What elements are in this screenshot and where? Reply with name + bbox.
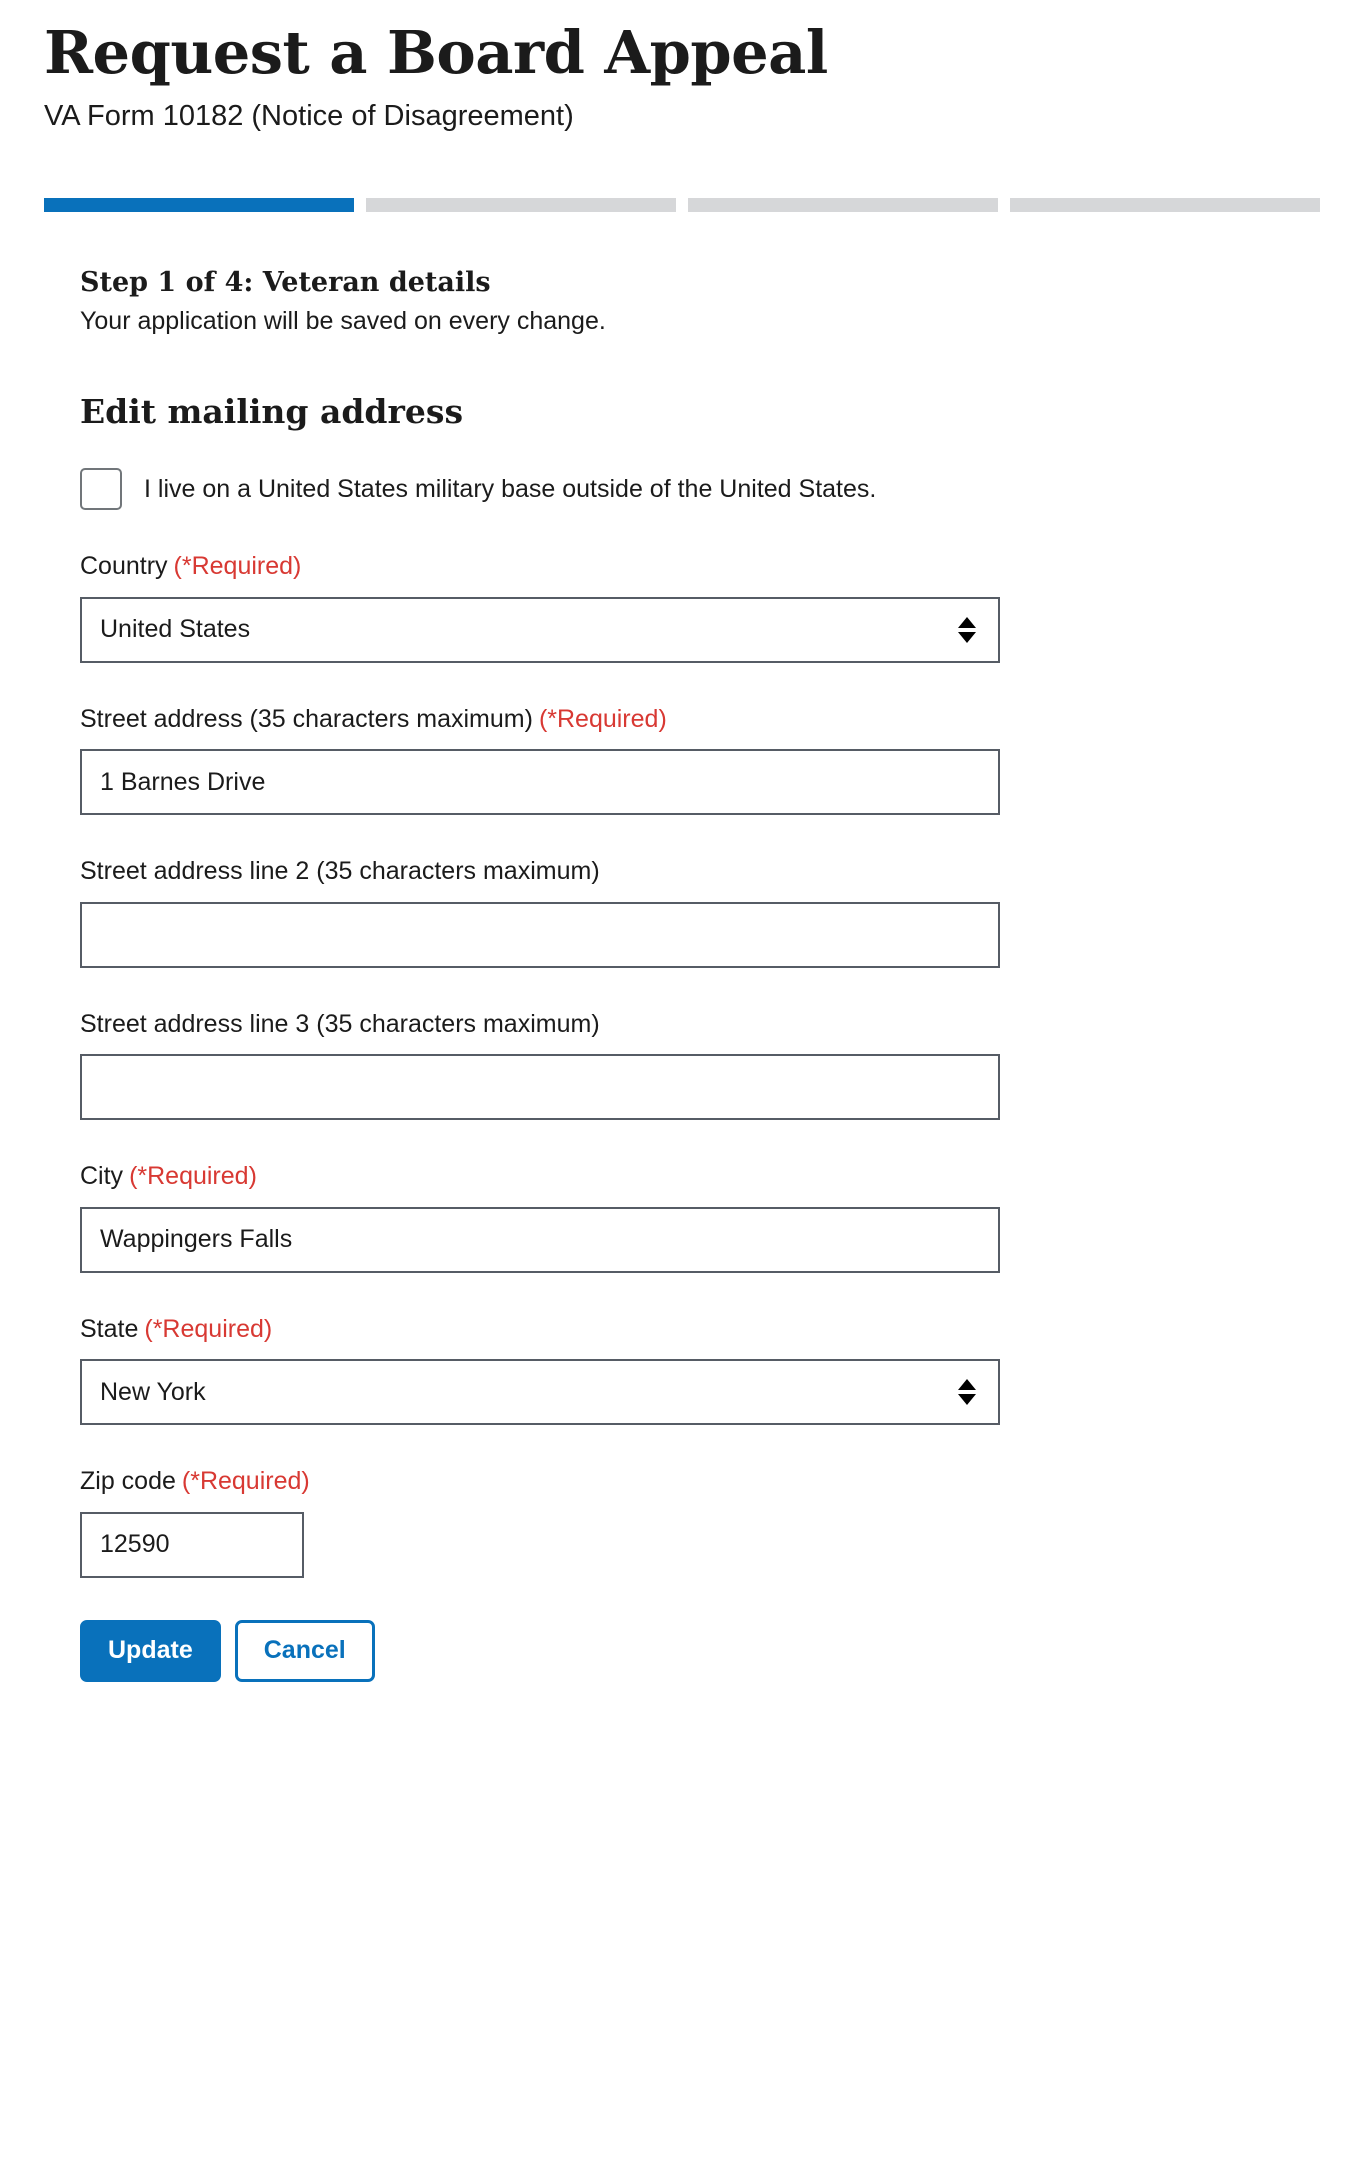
field-street-address-line-2: Street address line 2 (35 characters max…	[80, 855, 1320, 968]
section-heading-edit-mailing-address: Edit mailing address	[80, 392, 464, 432]
field-country: Country (*Required) United States	[80, 550, 1320, 663]
street-address-input[interactable]: 1 Barnes Drive	[80, 749, 1000, 816]
military-base-checkbox-row[interactable]: I live on a United States military base …	[80, 468, 1320, 511]
military-base-checkbox-label: I live on a United States military base …	[144, 475, 877, 504]
label-zip-code-text: Zip code	[80, 1467, 176, 1496]
zip-code-input[interactable]: 12590	[80, 1511, 304, 1578]
field-street-address-line-3: Street address line 3 (35 characters max…	[80, 1008, 1320, 1121]
progress-bar	[44, 197, 1320, 212]
update-button[interactable]: Update	[80, 1619, 221, 1682]
progress-segment-1	[44, 197, 354, 212]
chevron-updown-icon	[958, 1379, 976, 1406]
city-input[interactable]: Wappingers Falls	[80, 1206, 1000, 1273]
required-tag-zip-code: (*Required)	[181, 1467, 310, 1496]
required-tag-country: (*Required)	[173, 552, 302, 581]
label-state-text: State	[80, 1314, 139, 1343]
country-select-value: United States	[100, 615, 251, 644]
page-subtitle: VA Form 10182 (Notice of Disagreement)	[44, 99, 574, 132]
label-state: State (*Required)	[80, 1313, 1320, 1346]
city-value: Wappingers Falls	[100, 1225, 293, 1254]
label-street-address-line-3: Street address line 3 (35 characters max…	[80, 1008, 1320, 1041]
label-street-address-line-2: Street address line 2 (35 characters max…	[80, 855, 1320, 888]
field-zip-code: Zip code (*Required) 12590	[80, 1465, 1320, 1578]
label-street-address-line-3-text: Street address line 3 (35 characters max…	[80, 1009, 600, 1038]
label-city: City (*Required)	[80, 1160, 1320, 1193]
field-city: City (*Required) Wappingers Falls	[80, 1160, 1320, 1273]
country-select[interactable]: United States	[80, 596, 1000, 663]
label-street-address-line-2-text: Street address line 2 (35 characters max…	[80, 857, 600, 886]
form-actions: Update Cancel	[80, 1619, 1320, 1722]
progress-segment-3	[688, 197, 998, 212]
street-address-line-2-input[interactable]	[80, 901, 1000, 968]
required-tag-state: (*Required)	[144, 1314, 273, 1343]
state-select-value: New York	[100, 1377, 206, 1406]
chevron-updown-icon	[958, 616, 976, 643]
street-address-line-3-input[interactable]	[80, 1054, 1000, 1121]
progress-segment-4	[1010, 197, 1320, 212]
page-header: Request a Board Appeal VA Form 10182 (No…	[0, 0, 1364, 136]
step-subtext: Your application will be saved on every …	[80, 307, 606, 336]
street-address-value: 1 Barnes Drive	[100, 767, 266, 796]
field-street-address: Street address (35 characters maximum) (*…	[80, 703, 1320, 816]
label-country: Country (*Required)	[80, 550, 1320, 583]
progress-segment-2	[366, 197, 676, 212]
military-base-checkbox[interactable]	[80, 468, 122, 511]
state-select[interactable]: New York	[80, 1359, 1000, 1426]
board-appeal-form-page: Request a Board Appeal VA Form 10182 (No…	[0, 0, 1364, 1722]
required-tag-street-address: (*Required)	[538, 704, 667, 733]
required-tag-city: (*Required)	[129, 1162, 257, 1191]
cancel-button[interactable]: Cancel	[234, 1619, 375, 1682]
page-title: Request a Board Appeal	[44, 18, 828, 87]
zip-code-value: 12590	[100, 1530, 170, 1559]
label-zip-code: Zip code (*Required)	[80, 1465, 1320, 1498]
label-street-address-text: Street address (35 characters maximum)	[80, 704, 533, 733]
label-city-text: City	[80, 1162, 124, 1191]
form-container: Step 1 of 4: Veteran details Your applic…	[0, 266, 1364, 1722]
field-state: State (*Required) New York	[80, 1313, 1320, 1426]
label-country-text: Country	[80, 552, 168, 581]
step-heading: Step 1 of 4: Veteran details	[80, 266, 491, 298]
label-street-address: Street address (35 characters maximum) (*…	[80, 703, 1320, 736]
